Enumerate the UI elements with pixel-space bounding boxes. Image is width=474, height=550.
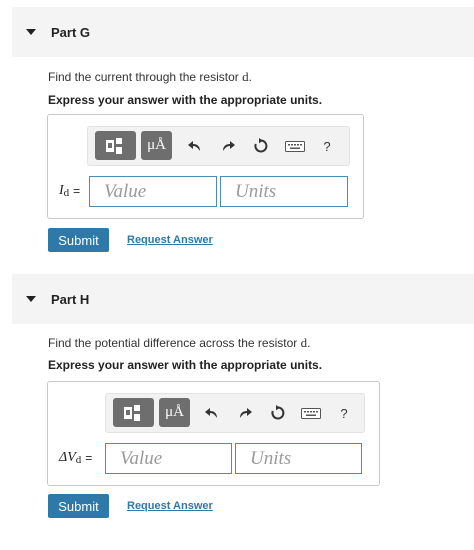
- help-button[interactable]: ?: [318, 137, 336, 155]
- help-icon: ?: [340, 405, 348, 421]
- units-icon: μÅ: [147, 137, 166, 153]
- value-input[interactable]: Value: [89, 176, 217, 207]
- help-icon: ?: [323, 138, 331, 154]
- reset-button[interactable]: [269, 404, 287, 422]
- request-answer-link[interactable]: Request Answer: [127, 500, 213, 512]
- caret-down-icon[interactable]: [26, 296, 36, 302]
- units-input[interactable]: Units: [235, 443, 362, 474]
- keyboard-icon: [285, 140, 305, 152]
- keyboard-icon: [301, 407, 321, 419]
- part-title: Part G: [51, 24, 91, 40]
- math-toolbar: μÅ ?: [87, 126, 350, 166]
- redo-icon: [223, 141, 235, 151]
- undo-icon: [188, 141, 200, 151]
- keyboard-button[interactable]: [300, 404, 322, 422]
- units-input[interactable]: Units: [220, 176, 348, 207]
- undo-button[interactable]: [186, 137, 204, 155]
- keyboard-button[interactable]: [284, 137, 306, 155]
- units-button[interactable]: μÅ: [159, 398, 190, 427]
- units-button[interactable]: μÅ: [141, 131, 172, 160]
- units-icon: μÅ: [165, 404, 184, 420]
- answer-label: Id =: [59, 182, 81, 200]
- question-text: Find the current through the resistor d.: [48, 69, 252, 84]
- submit-button[interactable]: Submit: [48, 228, 109, 252]
- templates-button[interactable]: [95, 131, 136, 160]
- value-input[interactable]: Value: [105, 443, 232, 474]
- submit-button[interactable]: Submit: [48, 494, 109, 518]
- answer-box: μÅ: [47, 114, 364, 219]
- instruction-text: Express your answer with the appropriate…: [48, 358, 323, 372]
- part-g-header[interactable]: Part G: [12, 7, 474, 57]
- undo-button[interactable]: [203, 404, 221, 422]
- reset-icon: [254, 138, 268, 153]
- answer-box: μÅ: [47, 381, 380, 486]
- question-text: Find the potential difference across the…: [48, 335, 311, 350]
- templates-icon: [105, 137, 122, 154]
- instruction-text: Express your answer with the appropriate…: [48, 93, 323, 107]
- reset-icon: [271, 405, 285, 420]
- part-title: Part H: [51, 291, 90, 307]
- help-button[interactable]: ?: [335, 404, 353, 422]
- redo-button[interactable]: [236, 404, 254, 422]
- redo-icon: [240, 408, 252, 418]
- undo-icon: [205, 408, 217, 418]
- templates-icon: [123, 404, 140, 421]
- redo-button[interactable]: [219, 137, 237, 155]
- answer-label: ΔV d =: [59, 449, 93, 467]
- templates-button[interactable]: [113, 398, 154, 427]
- reset-button[interactable]: [252, 137, 270, 155]
- part-h-header[interactable]: Part H: [12, 274, 474, 324]
- request-answer-link[interactable]: Request Answer: [127, 234, 213, 246]
- caret-down-icon[interactable]: [26, 29, 36, 35]
- math-toolbar: μÅ ?: [105, 393, 365, 433]
